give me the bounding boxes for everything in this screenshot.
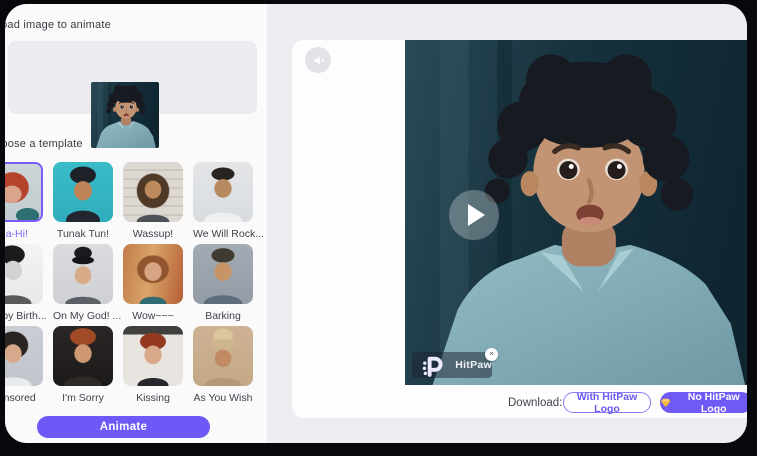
template-image xyxy=(123,162,183,222)
template-image xyxy=(5,326,43,386)
animate-button[interactable]: Animate xyxy=(37,416,210,438)
template-ha-hi[interactable]: Ha-Hi! xyxy=(5,162,43,240)
hitpaw-watermark: HitPaw xyxy=(412,352,492,378)
mute-button[interactable] xyxy=(305,47,331,73)
preview-card: HitPaw × Download: With HitPaw Logo No H… xyxy=(292,40,747,418)
template-image xyxy=(123,244,183,304)
template-image xyxy=(5,162,43,222)
watermark-close-icon[interactable]: × xyxy=(485,348,498,361)
template-label: On My God! ... xyxy=(53,310,113,322)
template-image xyxy=(193,326,253,386)
template-image xyxy=(193,162,253,222)
muted-speaker-icon xyxy=(311,53,326,68)
template-label: Ha-Hi! xyxy=(5,228,43,240)
template-image xyxy=(5,244,43,304)
upload-section-title: Upload image to animate xyxy=(5,19,111,31)
left-sidebar: Upload image to animate Choose a templat… xyxy=(5,4,267,443)
template-label: As You Wish xyxy=(193,392,253,404)
template-we-will-rock[interactable]: We Will Rock... xyxy=(193,162,253,240)
template-section-title: Choose a template xyxy=(5,138,83,150)
template-label: Tunak Tun! xyxy=(53,228,113,240)
template-as-you-wish[interactable]: As You Wish xyxy=(193,326,253,404)
template-label: Kissing xyxy=(123,392,183,404)
template-on-my-god[interactable]: On My God! ... xyxy=(53,244,113,322)
with-logo-button-label: With HitPaw Logo xyxy=(564,391,650,415)
download-no-logo-button[interactable]: No HitPaw Logo xyxy=(660,392,747,413)
device-frame: Upload image to animate Choose a templat… xyxy=(0,0,757,456)
template-label: I'm Sorry xyxy=(53,392,113,404)
template-label: Censored xyxy=(5,392,43,404)
template-kissing[interactable]: Kissing xyxy=(123,326,183,404)
no-logo-button-label: No HitPaw Logo xyxy=(675,391,747,415)
template-image xyxy=(53,326,113,386)
download-with-logo-button[interactable]: With HitPaw Logo xyxy=(563,392,651,413)
watermark-text: HitPaw xyxy=(455,359,492,371)
template-grid: Ha-Hi! Tunak Tun! Wassup! We Will Rock..… xyxy=(5,162,253,404)
template-wow[interactable]: Wow~~~ xyxy=(123,244,183,322)
template-image xyxy=(53,162,113,222)
gem-icon xyxy=(660,398,671,408)
template-label: Wow~~~ xyxy=(123,310,183,322)
template-label: We Will Rock... xyxy=(193,228,253,240)
hitpaw-logo-icon xyxy=(418,352,450,378)
upload-image-area[interactable] xyxy=(8,41,257,114)
uploaded-image-thumbnail[interactable] xyxy=(91,82,159,148)
template-wassup[interactable]: Wassup! xyxy=(123,162,183,240)
template-label: Wassup! xyxy=(123,228,183,240)
template-image xyxy=(123,326,183,386)
hitpaw-app-window: Upload image to animate Choose a templat… xyxy=(5,4,747,443)
template-censored[interactable]: Censored xyxy=(5,326,43,404)
template-label: Barking xyxy=(193,310,253,322)
template-label: Happy Birth... xyxy=(5,310,43,322)
download-label: Download: xyxy=(508,397,562,409)
template-happy-birthday[interactable]: Happy Birth... xyxy=(5,244,43,322)
template-image xyxy=(193,244,253,304)
template-image xyxy=(53,244,113,304)
template-barking[interactable]: Barking xyxy=(193,244,253,322)
template-tunak-tun[interactable]: Tunak Tun! xyxy=(53,162,113,240)
play-button[interactable] xyxy=(449,190,499,240)
template-im-sorry[interactable]: I'm Sorry xyxy=(53,326,113,404)
